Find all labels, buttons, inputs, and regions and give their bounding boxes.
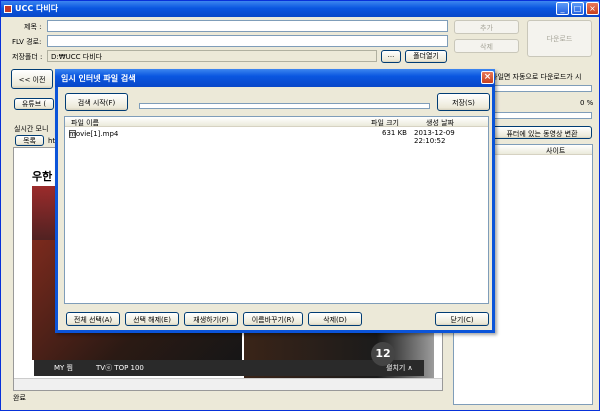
add-button[interactable]: 추가 bbox=[454, 20, 519, 34]
play-button[interactable]: 재생하기(P) bbox=[184, 312, 238, 326]
app-icon bbox=[4, 5, 12, 13]
flv-path-input[interactable] bbox=[47, 35, 448, 47]
download-button[interactable]: 다운로드 bbox=[527, 20, 592, 57]
convert-button[interactable]: 퓨터에 있는 동영상 변환 bbox=[492, 126, 592, 139]
browse-button[interactable]: ... bbox=[381, 50, 401, 63]
video-count-badge: 12 bbox=[371, 342, 395, 366]
page-headline: 우한 bbox=[32, 170, 53, 183]
youtube-tab[interactable]: 유튜브 ( bbox=[14, 98, 54, 110]
delete-file-button[interactable]: 삭제(D) bbox=[308, 312, 362, 326]
deselect-button[interactable]: 선택 해제(E) bbox=[125, 312, 179, 326]
maximize-icon[interactable]: □ bbox=[571, 2, 584, 15]
column-site: 사이트 bbox=[546, 147, 566, 155]
dialog-title: 임시 인터넷 파일 검색 bbox=[61, 74, 136, 83]
temp-file-search-dialog: 임시 인터넷 파일 검색 × 검색 시작(F) 저장(S) 파일 이름 파일 크… bbox=[55, 69, 495, 333]
table-row[interactable]: movie[1].mp4 631 KB 2013-12-09 22:10:52 bbox=[65, 128, 488, 145]
column-created-date[interactable]: 생성 날짜 bbox=[426, 118, 454, 128]
secondary-progress bbox=[492, 112, 592, 119]
horizontal-scrollbar[interactable] bbox=[14, 378, 442, 390]
list-tab[interactable]: 목록 bbox=[15, 135, 44, 146]
open-folder-button[interactable]: 폴더열기 bbox=[405, 50, 447, 63]
close-button[interactable]: 닫기(C) bbox=[435, 312, 489, 326]
video-menu-item[interactable]: MY 찜 bbox=[54, 363, 73, 373]
file-date: 2013-12-09 22:10:52 bbox=[414, 129, 455, 145]
title-label: 제목 : bbox=[24, 23, 42, 31]
file-size: 631 KB bbox=[382, 129, 407, 137]
file-list-header: 파일 이름 파일 크기 생성 날짜 bbox=[65, 117, 488, 127]
close-icon[interactable]: × bbox=[586, 2, 599, 15]
file-name: movie[1].mp4 bbox=[69, 130, 119, 138]
rename-button[interactable]: 이름바꾸기(R) bbox=[243, 312, 303, 326]
status-text: 완료 bbox=[13, 394, 26, 402]
delete-button[interactable]: 삭제 bbox=[454, 39, 519, 53]
main-progress bbox=[492, 85, 592, 92]
auto-download-text: 파일면 자동으로 다운로드가 시 bbox=[491, 73, 582, 81]
title-bar: UCC 다비다 _ □ × bbox=[1, 1, 599, 17]
file-list[interactable]: 파일 이름 파일 크기 생성 날짜 movie[1].mp4 631 KB 20… bbox=[64, 116, 489, 304]
video-menu-bar: MY 찜 TVⓔ TOP 100 펼치기 ∧ bbox=[34, 360, 424, 376]
title-input[interactable] bbox=[47, 20, 448, 32]
back-button[interactable]: << 이전 bbox=[11, 69, 53, 89]
dialog-close-icon[interactable]: × bbox=[481, 71, 494, 84]
search-progress bbox=[139, 103, 430, 109]
save-folder-input[interactable]: D:₩UCC 다비다 bbox=[47, 50, 377, 62]
save-folder-label: 저장폴더 : bbox=[12, 53, 43, 61]
live-monitor-label: 실시간 모니 bbox=[14, 125, 49, 133]
save-button[interactable]: 저장(S) bbox=[437, 93, 490, 111]
column-file-name[interactable]: 파일 이름 bbox=[71, 118, 99, 128]
minimize-icon[interactable]: _ bbox=[556, 2, 569, 15]
video-menu-item[interactable]: TVⓔ TOP 100 bbox=[96, 363, 144, 373]
dialog-title-bar: 임시 인터넷 파일 검색 × bbox=[55, 69, 495, 87]
progress-percent: 0 % bbox=[580, 99, 594, 107]
select-all-button[interactable]: 전체 선택(A) bbox=[66, 312, 120, 326]
window-title: UCC 다비다 bbox=[15, 4, 59, 13]
expand-button[interactable]: 펼치기 ∧ bbox=[386, 363, 413, 373]
flv-label: FLV 경로: bbox=[12, 38, 42, 46]
column-file-size[interactable]: 파일 크기 bbox=[371, 118, 399, 128]
search-start-button[interactable]: 검색 시작(F) bbox=[65, 93, 128, 111]
